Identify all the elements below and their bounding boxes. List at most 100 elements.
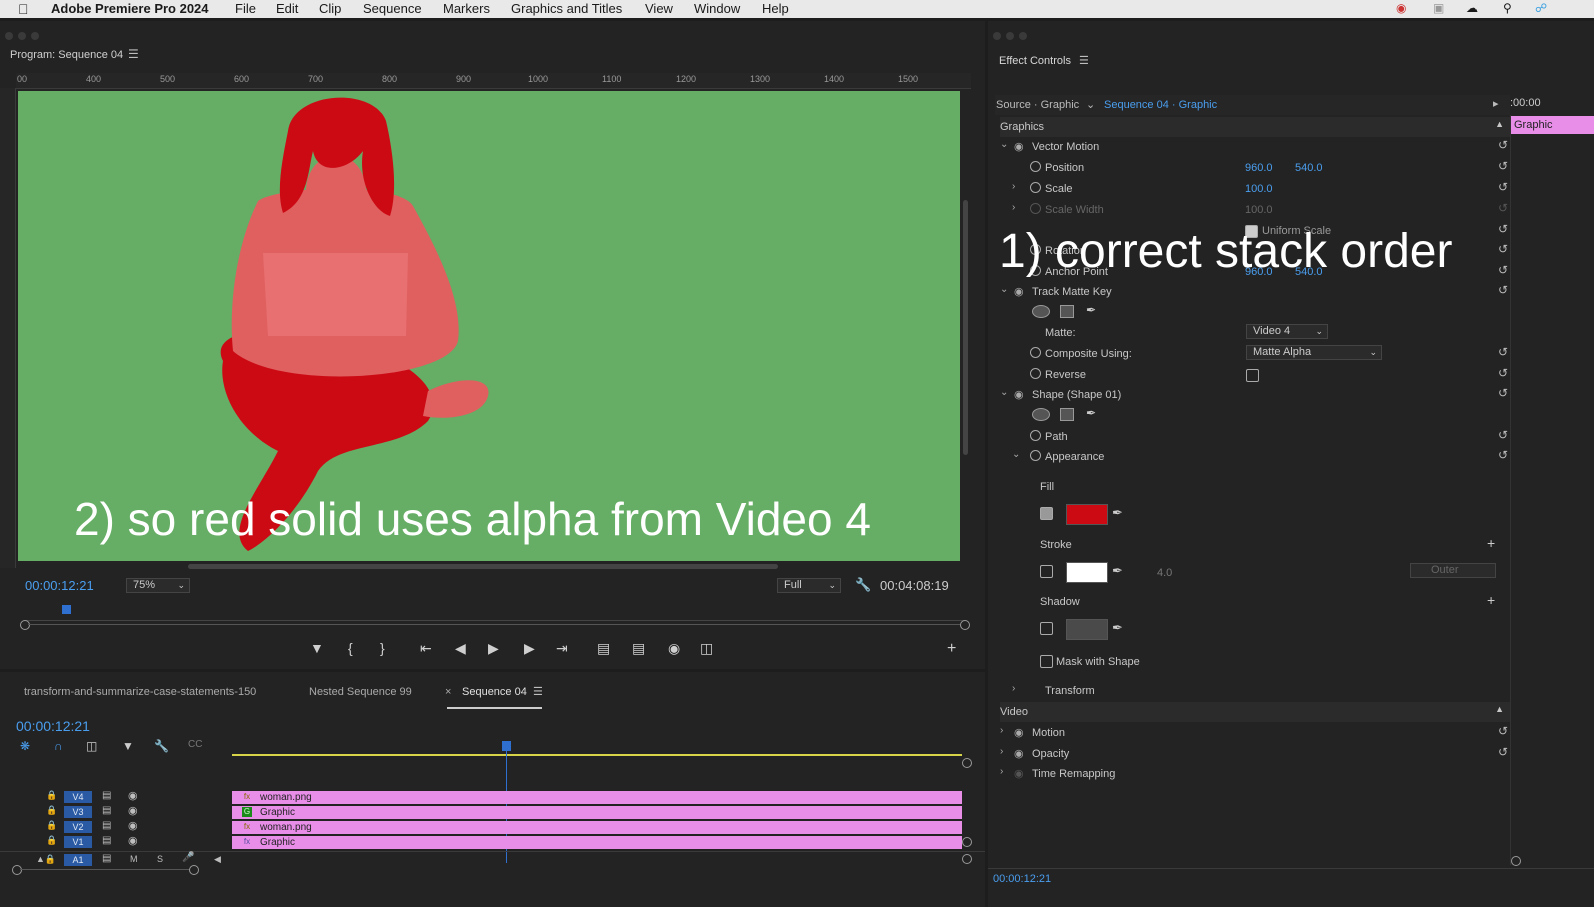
track-label-v2[interactable]: V2: [64, 821, 92, 833]
stroke-checkbox[interactable]: [1040, 565, 1053, 578]
play-icon[interactable]: ▶: [488, 640, 499, 657]
lock-icon[interactable]: 🔒: [46, 805, 57, 816]
app-name-menu[interactable]: Adobe Premiere Pro 2024: [51, 1, 209, 16]
eye-icon[interactable]: ◉: [1014, 388, 1024, 401]
sync-icon[interactable]: ▤: [102, 790, 111, 801]
chevron-down-icon[interactable]: ⌄: [1000, 139, 1008, 150]
go-to-in-icon[interactable]: ⇤: [420, 640, 432, 657]
chevron-right-icon[interactable]: ›: [1012, 202, 1015, 213]
sync-icon[interactable]: ▤: [102, 820, 111, 831]
screen-icon[interactable]: ▣: [1433, 1, 1444, 15]
chevron-down-icon[interactable]: ⌄: [1000, 387, 1008, 398]
reset-icon[interactable]: ↺: [1498, 346, 1510, 358]
ec-sequence-label[interactable]: Sequence 04 · Graphic: [1104, 99, 1217, 111]
playhead-marker[interactable]: [62, 605, 71, 614]
stopwatch-icon[interactable]: [1030, 347, 1041, 358]
chevron-right-icon[interactable]: ›: [1012, 683, 1015, 694]
chevron-down-icon[interactable]: ⌄: [1000, 284, 1008, 295]
camera-icon[interactable]: ◉: [668, 640, 680, 657]
mark-out-icon[interactable]: }: [380, 640, 385, 656]
add-marker-icon[interactable]: ▼: [310, 640, 324, 656]
eye-icon[interactable]: ◉: [128, 819, 138, 832]
extract-icon[interactable]: ▤: [632, 640, 645, 657]
reset-icon[interactable]: ↺: [1498, 429, 1510, 441]
clip-v4[interactable]: fx woman.png: [232, 791, 962, 804]
menu-view[interactable]: View: [645, 1, 673, 16]
close-tab-icon[interactable]: ×: [445, 686, 451, 698]
matte-dropdown[interactable]: Video 4 ⌄: [1246, 324, 1328, 339]
ellipse-mask-icon[interactable]: [1032, 305, 1050, 318]
rectangle-mask-icon[interactable]: [1060, 408, 1074, 421]
appearance-row[interactable]: ⌄ Appearance ↺: [1000, 447, 1510, 467]
zoom-handle-right[interactable]: [960, 620, 970, 630]
solo-button[interactable]: S: [157, 854, 163, 864]
composite-row[interactable]: Composite Using: Matte Alpha ⌄ ↺: [1000, 344, 1510, 364]
shadow-checkbox[interactable]: [1040, 622, 1053, 635]
chevron-right-icon[interactable]: ›: [1000, 746, 1003, 757]
linked-selection-icon[interactable]: ◫: [86, 739, 97, 753]
pen-icon[interactable]: ✒: [1086, 303, 1096, 317]
lock-icon[interactable]: 🔒: [46, 835, 57, 846]
audio-lock-icon[interactable]: ▲🔒: [36, 854, 56, 865]
go-to-out-icon[interactable]: ⇥: [556, 640, 568, 657]
mic-icon[interactable]: 🎤: [182, 852, 194, 863]
time-remapping-row[interactable]: › ◉ Time Remapping: [1000, 764, 1510, 784]
timeline-timecode[interactable]: 00:00:12:21: [16, 718, 90, 734]
vscroll-top-handle[interactable]: [962, 758, 972, 768]
track-label-a1[interactable]: A1: [64, 854, 92, 866]
chevron-down-icon[interactable]: ⌄: [1012, 449, 1020, 460]
track-label-v4[interactable]: V4: [64, 791, 92, 803]
cloud-sync-icon[interactable]: ☍: [1535, 1, 1547, 15]
wrench-icon[interactable]: 🔧: [855, 577, 871, 593]
timeline-zoom-bar[interactable]: [20, 869, 190, 870]
reset-icon[interactable]: ↺: [1498, 284, 1510, 296]
path-row[interactable]: Path ↺: [1000, 427, 1510, 447]
ec-expand-icon[interactable]: ▸: [1493, 97, 1499, 110]
zoom-dropdown[interactable]: 75% ⌄: [126, 578, 190, 593]
compare-icon[interactable]: ◫: [700, 640, 713, 657]
reset-icon[interactable]: ↺: [1498, 181, 1510, 193]
stopwatch-icon[interactable]: [1030, 430, 1041, 441]
zoom-bar[interactable]: [28, 624, 960, 625]
shadow-color-swatch[interactable]: [1066, 619, 1108, 640]
pen-icon[interactable]: ✒: [1086, 406, 1096, 420]
video-frame[interactable]: [18, 91, 960, 561]
audio-scroll-handle[interactable]: [962, 854, 972, 864]
menu-help[interactable]: Help: [762, 1, 789, 16]
work-area-bar[interactable]: [232, 754, 962, 756]
eye-icon[interactable]: ◉: [1014, 285, 1024, 298]
opacity-row[interactable]: › ◉ Opacity ↺: [1000, 744, 1510, 764]
reset-icon[interactable]: ↺: [1498, 223, 1510, 235]
scale-row[interactable]: › Scale 100.0 ↺: [1000, 179, 1510, 199]
ellipse-mask-icon[interactable]: [1032, 408, 1050, 421]
eye-icon[interactable]: ◉: [128, 789, 138, 802]
fill-checkbox[interactable]: [1040, 507, 1053, 520]
timeline-tab-2[interactable]: Nested Sequence 99: [309, 686, 412, 698]
reverse-row[interactable]: Reverse ↺: [1000, 365, 1510, 385]
resolution-dropdown[interactable]: Full ⌄: [777, 578, 841, 593]
reset-icon[interactable]: ↺: [1498, 160, 1510, 172]
eyedropper-icon[interactable]: ✒: [1112, 505, 1123, 521]
zoom-handle-left[interactable]: [20, 620, 30, 630]
stroke-width-value[interactable]: 4.0: [1157, 567, 1172, 579]
vector-motion-row[interactable]: ⌄ ◉ Vector Motion ↺: [1000, 137, 1510, 157]
creative-cloud-icon[interactable]: ◉: [1396, 1, 1406, 15]
vertical-scrollbar[interactable]: [963, 200, 968, 455]
fill-color-swatch[interactable]: [1066, 504, 1108, 525]
composite-dropdown[interactable]: Matte Alpha ⌄: [1246, 345, 1382, 360]
apple-icon[interactable]: : [18, 1, 29, 17]
add-button-icon[interactable]: +: [947, 640, 956, 658]
timeline-zoom-right[interactable]: [189, 865, 199, 875]
matte-row[interactable]: Matte: Video 4 ⌄: [1000, 323, 1510, 343]
rectangle-mask-icon[interactable]: [1060, 305, 1074, 318]
reset-icon[interactable]: ↺: [1498, 367, 1510, 379]
mask-with-shape-checkbox[interactable]: [1040, 655, 1053, 668]
reset-icon[interactable]: ↺: [1498, 243, 1510, 255]
audio-sync-icon[interactable]: ▤: [102, 853, 111, 864]
shape-row[interactable]: ⌄ ◉ Shape (Shape 01) ↺: [1000, 385, 1510, 405]
position-y[interactable]: 540.0: [1295, 162, 1323, 174]
transform-row[interactable]: › Transform: [1000, 681, 1510, 701]
program-timecode[interactable]: 00:00:12:21: [25, 578, 94, 593]
panel-menu-icon[interactable]: ☰: [128, 47, 139, 61]
track-label-v3[interactable]: V3: [64, 806, 92, 818]
